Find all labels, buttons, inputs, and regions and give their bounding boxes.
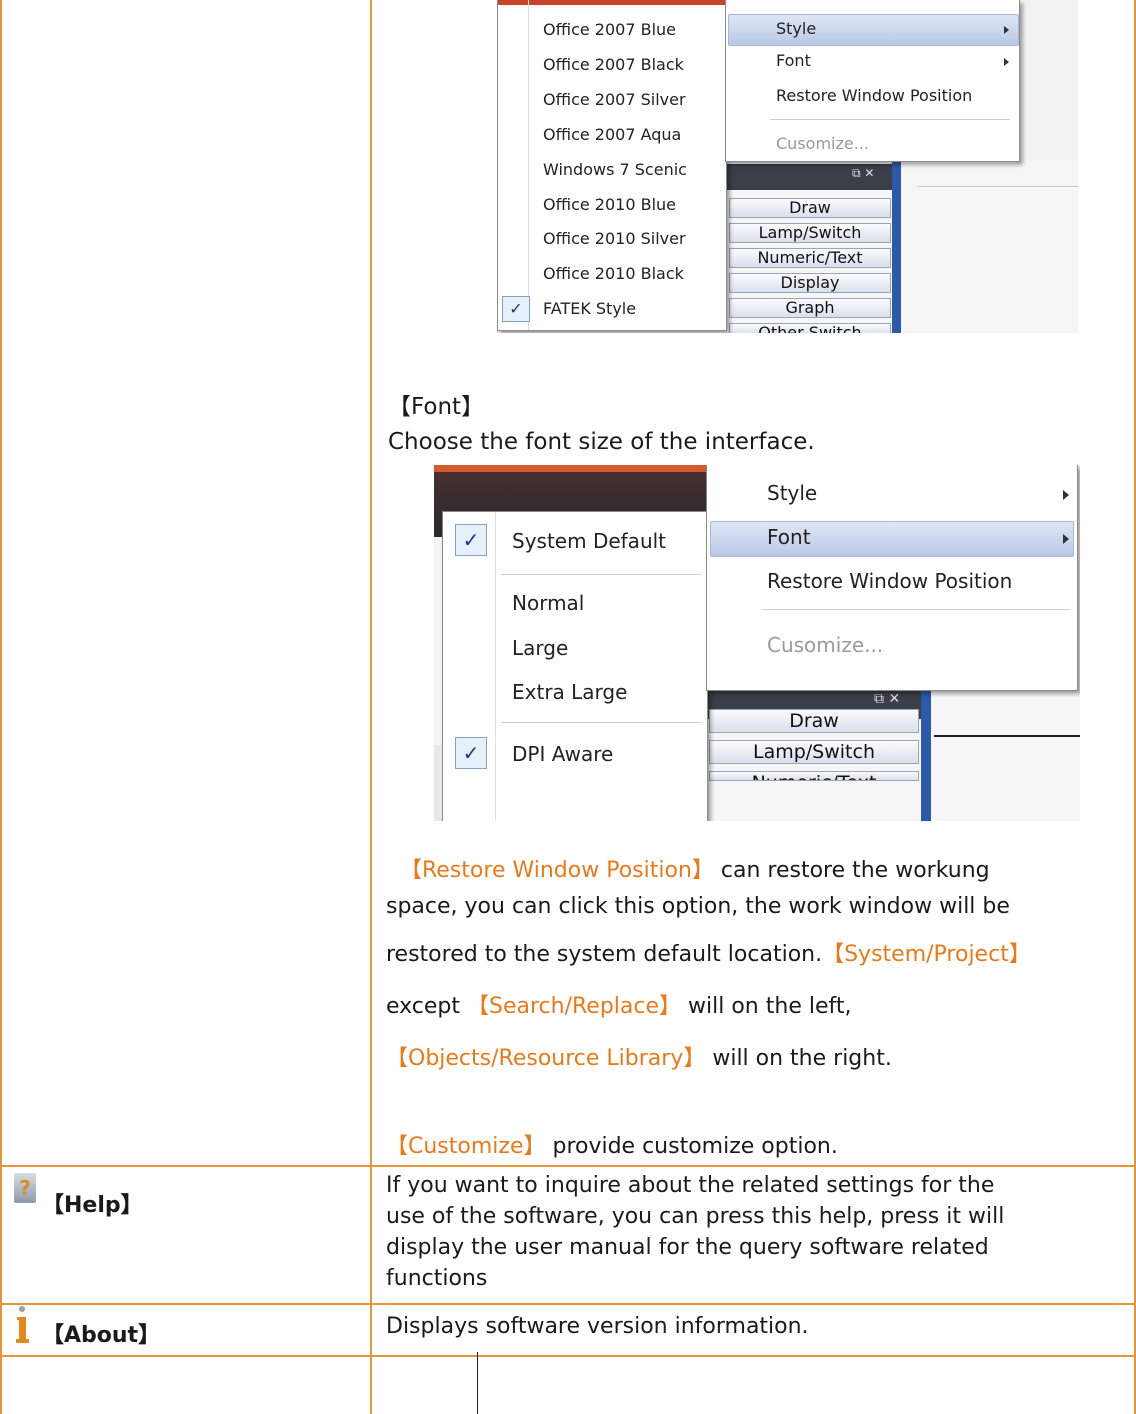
table-border-middle (370, 0, 372, 1414)
help-line-3: display the user manual for the query so… (386, 1235, 989, 1260)
help-line-2: use of the software, you can press this … (386, 1204, 1005, 1229)
svg-text:?: ? (19, 1176, 31, 1200)
restore-line-4: except 【Search/Replace】 will on the left… (386, 988, 851, 1020)
submenu-arrow-icon (1063, 490, 1069, 500)
menu-item-style[interactable]: Style (767, 481, 817, 505)
menu-gutter (495, 512, 496, 821)
restore-line-1-text: can restore the workung (713, 858, 990, 883)
font-dpi-aware[interactable]: DPI Aware (512, 742, 613, 766)
menu-item-font[interactable]: Font (767, 525, 811, 549)
menu-highlight (710, 521, 1074, 557)
category-lamp-switch: Lamp/Switch (709, 740, 919, 764)
menu-gutter (528, 0, 529, 330)
style-submenu: Office 2007 Blue Office 2007 Black Offic… (497, 0, 727, 331)
check-icon: ✓ (455, 524, 487, 556)
category-lamp-switch: Lamp/Switch (729, 223, 891, 243)
menu-item-style[interactable]: Style (776, 19, 816, 38)
panel-window-controls: ⧉ ✕ (852, 166, 875, 180)
restore-line-1: 【Restore Window Position】 can restore th… (400, 852, 990, 884)
submenu-arrow-icon (1004, 58, 1009, 66)
system-project-term: 【System/Project】 (822, 942, 1031, 967)
restore-line-5-post: will on the right. (705, 1046, 892, 1071)
menu-top-accent (498, 0, 726, 5)
view-menu: Style Font Restore Window Position Cusom… (725, 0, 1020, 162)
style-windows-7-scenic[interactable]: Windows 7 Scenic (543, 160, 687, 179)
submenu-arrow-icon (1063, 534, 1069, 544)
panel-scrollbar (892, 160, 901, 333)
category-numeric-text: Numeric/Text (709, 771, 919, 781)
category-display: Display (729, 273, 891, 293)
row-divider-about (0, 1303, 1136, 1305)
menu-item-restore-window-position[interactable]: Restore Window Position (767, 569, 1012, 593)
restore-window-position-term: 【Restore Window Position】 (400, 858, 714, 883)
restore-line-4-post: will on the left, (681, 994, 852, 1019)
category-draw: Draw (709, 709, 919, 733)
text-cursor (477, 1352, 478, 1414)
font-heading: 【Font】 (388, 394, 485, 420)
customize-line-text: provide customize option. (545, 1134, 838, 1159)
menu-separator (501, 574, 701, 575)
font-submenu: ✓ System Default Normal Large Extra Larg… (442, 511, 708, 821)
font-normal[interactable]: Normal (512, 591, 584, 615)
background-rule (917, 186, 1078, 187)
restore-line-3: restored to the system default location.… (386, 936, 1031, 968)
restore-line-5: 【Objects/Resource Library】 will on the r… (386, 1040, 892, 1072)
about-text: Displays software version information. (386, 1314, 809, 1339)
menu-separator (770, 119, 1010, 120)
style-office-2007-silver[interactable]: Office 2007 Silver (543, 90, 686, 109)
app-titlebar-accent (434, 465, 726, 472)
submenu-arrow-icon (1004, 26, 1009, 34)
style-office-2010-black[interactable]: Office 2010 Black (543, 264, 684, 283)
customize-term: 【Customize】 (386, 1134, 546, 1159)
background-rule (934, 735, 1080, 737)
font-large[interactable]: Large (512, 636, 568, 660)
about-info-icon (16, 1305, 30, 1345)
check-icon: ✓ (502, 296, 530, 322)
menu-highlight (728, 14, 1019, 46)
font-extra-large[interactable]: Extra Large (512, 680, 627, 704)
check-icon: ✓ (455, 737, 487, 769)
style-office-2010-silver[interactable]: Office 2010 Silver (543, 229, 686, 248)
style-office-2007-blue[interactable]: Office 2007 Blue (543, 20, 676, 39)
about-label: 【About】 (42, 1323, 161, 1348)
font-description: Choose the font size of the interface. (388, 429, 815, 455)
category-numeric-text: Numeric/Text (729, 248, 891, 268)
panel-scrollbar (921, 689, 931, 821)
menu-item-customize: Cusomize... (767, 633, 884, 657)
category-draw: Draw (729, 198, 891, 218)
category-other-switch: Other Switch (729, 323, 891, 333)
objects-resource-library-term: 【Objects/Resource Library】 (386, 1046, 706, 1071)
style-fatek-style[interactable]: FATEK Style (543, 299, 636, 318)
customize-line: 【Customize】 provide customize option. (386, 1128, 838, 1160)
restore-line-3-text: restored to the system default location. (386, 942, 823, 967)
table-border-left (0, 0, 2, 1414)
help-line-1: If you want to inquire about the related… (386, 1173, 995, 1198)
font-system-default[interactable]: System Default (512, 529, 666, 553)
search-replace-term: 【Search/Replace】 (467, 994, 682, 1019)
font-menu-screenshot: ⧉ ✕ Draw Lamp/Switch Numeric/Text ✓ Syst… (434, 465, 1080, 821)
menu-item-font[interactable]: Font (776, 51, 811, 70)
help-line-4: functions (386, 1266, 488, 1291)
panel-window-controls: ⧉ ✕ (874, 691, 901, 707)
help-label: 【Help】 (42, 1193, 143, 1218)
category-graph: Graph (729, 298, 891, 318)
style-office-2007-black[interactable]: Office 2007 Black (543, 55, 684, 74)
restore-line-2: space, you can click this option, the wo… (386, 894, 1010, 919)
view-menu: Style Font Restore Window Position Cusom… (706, 465, 1078, 691)
row-divider-help (0, 1165, 1136, 1167)
menu-separator (501, 722, 701, 723)
menu-item-customize: Cusomize... (776, 134, 869, 153)
style-office-2010-blue[interactable]: Office 2010 Blue (543, 195, 676, 214)
restore-line-4-pre: except (386, 994, 467, 1019)
row-divider-bottom (0, 1355, 1136, 1357)
menu-item-restore-window-position[interactable]: Restore Window Position (776, 86, 972, 105)
style-menu-screenshot: ⧉ ✕ Draw Lamp/Switch Numeric/Text Displa… (497, 0, 1078, 333)
menu-separator (761, 609, 1071, 610)
style-office-2007-aqua[interactable]: Office 2007 Aqua (543, 125, 681, 144)
help-icon: ? (14, 1173, 36, 1203)
